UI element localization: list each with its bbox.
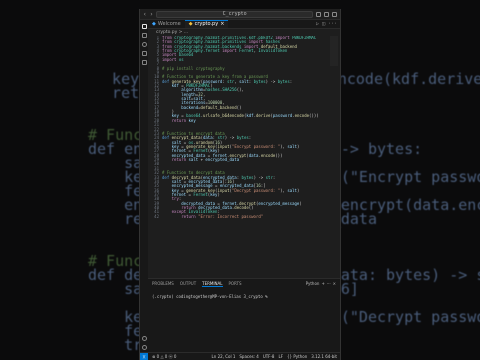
search-icon[interactable]: [141, 33, 147, 38]
tab-ports[interactable]: PORTS: [229, 281, 242, 286]
editor-window: ‹ › C_crypto ◆ Welcome ◆ crypto.py × ▷ ◫: [139, 9, 341, 360]
back-arrow-icon[interactable]: ‹: [143, 11, 147, 18]
language-mode[interactable]: {} Python: [287, 354, 307, 359]
editor-tabs: ◆ Welcome ◆ crypto.py × ▷ ◫ ···: [148, 20, 340, 29]
encoding[interactable]: UTF-8: [263, 354, 275, 359]
source-control-icon[interactable]: [141, 42, 147, 47]
indentation[interactable]: Spaces: 4: [239, 354, 258, 359]
tab-welcome[interactable]: ◆ Welcome: [148, 20, 185, 28]
activity-bar: [140, 20, 148, 352]
close-panel-icon[interactable]: ×: [333, 281, 336, 286]
python-file-icon: ◆: [188, 21, 193, 27]
tab-output[interactable]: OUTPUT: [180, 281, 196, 286]
split-editor-icon[interactable]: ◫: [322, 20, 325, 28]
code-text: return salt + encrypted_data: [171, 157, 240, 163]
vscode-logo-icon: ◆: [152, 20, 156, 27]
code-editor[interactable]: 1 from cryptography.hazmat.primitives.kdf…: [148, 36, 340, 278]
end-of-line[interactable]: LF: [278, 354, 283, 359]
code-text: # pip install cryptography: [162, 65, 225, 71]
more-icon[interactable]: ···: [328, 20, 337, 28]
toggle-sidebar-icon[interactable]: [316, 11, 321, 17]
code-text: return key: [171, 117, 196, 123]
terminal-shell-label[interactable]: Python: [306, 281, 320, 286]
forward-arrow-icon[interactable]: ›: [150, 11, 154, 18]
breadcrumb[interactable]: crypto.py > ...: [148, 29, 340, 36]
tab-terminal[interactable]: TERMINAL: [202, 281, 223, 287]
toggle-panel-icon[interactable]: [324, 11, 329, 17]
code-line[interactable]: 42 return "Error: Incorrect password": [148, 213, 340, 219]
code-text: return "Error: Incorrect password": [181, 213, 264, 219]
tab-label: Welcome: [157, 20, 181, 27]
more-icon[interactable]: ···: [327, 281, 331, 286]
run-debug-icon[interactable]: [141, 51, 147, 56]
command-center-search[interactable]: C_crypto: [156, 10, 313, 18]
settings-gear-icon[interactable]: [141, 345, 147, 350]
close-icon[interactable]: ×: [220, 20, 224, 29]
title-bar: ‹ › C_crypto: [140, 9, 340, 20]
explorer-icon[interactable]: [141, 24, 147, 29]
bottom-panel: PROBLEMS OUTPUT TERMINAL PORTS Python + …: [148, 278, 340, 352]
python-interpreter[interactable]: 3.12.1 64-bit: [311, 354, 337, 359]
line-number: 42: [154, 213, 159, 219]
cursor-position[interactable]: Ln 22, Col 1: [212, 354, 236, 359]
remote-indicator-icon[interactable]: ⟩⟨: [140, 352, 148, 360]
layout-icon[interactable]: [332, 11, 337, 17]
terminal-output[interactable]: (.crypto) codingtogether@MP-von-Elias 3_…: [148, 288, 340, 305]
tab-crypto-py[interactable]: ◆ crypto.py ×: [184, 20, 229, 29]
run-icon[interactable]: ▷: [316, 20, 319, 28]
code-text: import os: [162, 56, 184, 62]
status-bar: ⟩⟨ ⊗ 0 △ 0 ⓦ 0 Ln 22, Col 1 Spaces: 4 UT…: [140, 352, 340, 360]
add-terminal-icon[interactable]: +: [321, 281, 324, 286]
tab-label: crypto.py: [194, 21, 219, 27]
extensions-icon[interactable]: [141, 60, 147, 65]
problems-count[interactable]: ⊗ 0 △ 0 ⓦ 0: [152, 354, 176, 360]
account-icon[interactable]: [141, 336, 147, 341]
minimap[interactable]: [330, 36, 338, 66]
tab-problems[interactable]: PROBLEMS: [152, 281, 174, 286]
